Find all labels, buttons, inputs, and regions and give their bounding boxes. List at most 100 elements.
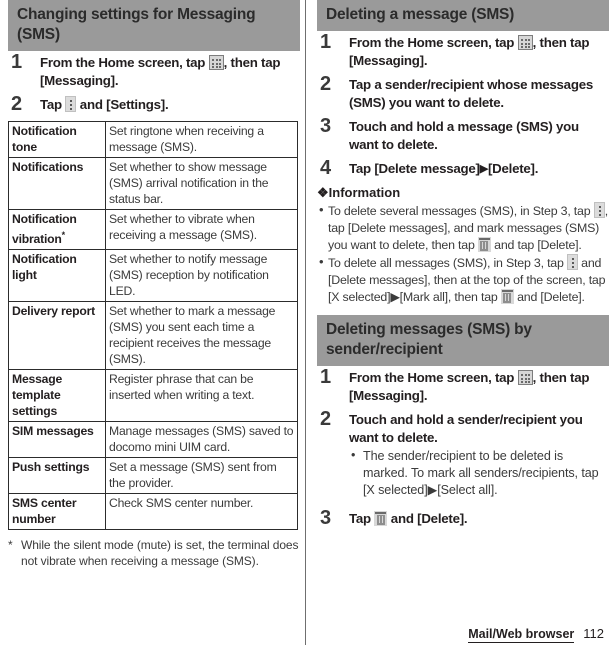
page-footer: Mail/Web browser 112 (468, 626, 604, 643)
information-heading-text: Information (328, 185, 401, 200)
step-item: 3 Tap and [Delete]. (317, 507, 609, 531)
step-text: From the Home screen, tap , then tap [Me… (349, 35, 589, 68)
step-item: 1 From the Home screen, tap , then tap [… (8, 51, 300, 93)
step-item: 2 Touch and hold a sender/recipient you … (317, 408, 609, 503)
list-item: • To delete all messages (SMS), in Step 3… (317, 254, 609, 306)
footnote-text: While the silent mode (mute) is set, the… (21, 538, 299, 569)
step-text: Touch and hold a sender/recipient you wa… (349, 412, 583, 445)
step-item: 2 Tap a sender/recipient whose messages … (317, 73, 609, 115)
setting-name: Notifications (8, 157, 106, 210)
step-text: Tap a sender/recipient whose messages (S… (349, 77, 593, 110)
step-text-part: and [Delete]. (387, 511, 468, 526)
bullet-icon: • (319, 202, 324, 217)
step-text: Tap [Delete message]▶[Delete]. (349, 161, 538, 176)
step-number: 4 (320, 157, 332, 179)
info-text-part: and [Delete]. (513, 290, 585, 304)
step-text: Touch and hold a message (SMS) you want … (349, 119, 579, 152)
step-item: 1 From the Home screen, tap , then tap [… (317, 366, 609, 408)
step-number: 2 (320, 73, 332, 95)
step-text: From the Home screen, tap , then tap [Me… (40, 55, 280, 88)
table-row: Push settings Set a message (SMS) sent f… (8, 457, 298, 495)
step-text-part: From the Home screen, tap (349, 35, 518, 50)
table-row: Notification tone Set ringtone when rece… (8, 121, 298, 158)
information-heading: ❖Information (317, 185, 609, 201)
trash-body (503, 292, 512, 303)
step-item: 4 Tap [Delete message]▶[Delete]. (317, 157, 609, 181)
apps-grid-icon (208, 55, 224, 70)
setting-name: Push settings (8, 457, 106, 495)
setting-name: Notification tone (8, 121, 106, 158)
overflow-menu-icon (593, 202, 605, 218)
trash-body (480, 240, 489, 251)
step-number: 1 (320, 366, 332, 388)
table-row: Notification vibration* Set whether to v… (8, 208, 298, 251)
step-number: 1 (11, 51, 23, 73)
trash-icon (477, 237, 491, 252)
sub-step-text: The sender/recipient to be deleted is ma… (363, 449, 599, 497)
table-row: SMS center number Check SMS center numbe… (8, 493, 298, 531)
diamond-icon: ❖ (317, 185, 329, 200)
information-list: • To delete several messages (SMS), in St… (317, 202, 609, 306)
step-number: 2 (11, 93, 23, 115)
trash-body (376, 514, 385, 525)
setting-name: SMS center number (8, 493, 106, 531)
step-text-part: Tap (40, 97, 66, 112)
step-text-part: [Delete]. (487, 161, 539, 176)
setting-name-text: Notification vibration (12, 212, 77, 247)
step-text-part: and [Settings]. (76, 97, 169, 112)
arrow-right-icon: ▶ (479, 163, 488, 175)
apps-grid-icon (517, 35, 533, 50)
setting-description: Set a message (SMS) sent from the provid… (105, 457, 298, 495)
sub-step: • The sender/recipient to be deleted is m… (349, 447, 609, 500)
step-text-part: From the Home screen, tap (349, 370, 518, 385)
settings-table: Notification tone Set ringtone when rece… (8, 121, 298, 531)
step-text-part: Tap (349, 511, 375, 526)
footer-page-number: 112 (583, 626, 604, 641)
manual-page: Changing settings for Messaging (SMS) 1 … (0, 0, 609, 645)
overflow-menu-icon (566, 254, 578, 270)
overflow-menu-icon (65, 96, 77, 112)
step-number: 3 (320, 507, 332, 529)
table-row: Delivery report Set whether to mark a me… (8, 301, 298, 371)
step-text-part: Tap [Delete message] (349, 161, 480, 176)
setting-name: Message template settings (8, 369, 106, 423)
setting-description: Set whether to show message (SMS) arriva… (105, 157, 298, 210)
step-number: 3 (320, 115, 332, 137)
table-row: Notification light Set whether to notify… (8, 249, 298, 303)
step-item: 2 Tap and [Settings]. (8, 93, 300, 117)
setting-name: Delivery report (8, 301, 106, 371)
step-text-part: From the Home screen, tap (40, 55, 209, 70)
info-text-part: To delete all messages (SMS), in Step 3,… (328, 256, 567, 270)
setting-name: SIM messages (8, 421, 106, 459)
footer-chapter: Mail/Web browser (468, 627, 575, 643)
step-text: From the Home screen, tap , then tap [Me… (349, 370, 589, 403)
step-item: 1 From the Home screen, tap , then tap [… (317, 31, 609, 73)
section-header-changing-settings: Changing settings for Messaging (SMS) (8, 0, 300, 51)
bullet-icon: • (319, 254, 324, 269)
footnote: * While the silent mode (mute) is set, t… (8, 537, 300, 569)
info-text-part: To delete several messages (SMS), in Ste… (328, 204, 594, 218)
setting-description: Check SMS center number. (105, 493, 298, 531)
setting-description: Set whether to notify message (SMS) rece… (105, 249, 298, 303)
setting-description: Set whether to mark a message (SMS) you … (105, 301, 298, 371)
trash-icon (500, 289, 514, 304)
table-row: Message template settings Register phras… (8, 369, 298, 423)
section-header-deleting-by-sender: Deleting messages (SMS) by sender/recipi… (317, 315, 609, 366)
setting-description: Manage messages (SMS) saved to docomo mi… (105, 421, 298, 459)
step-text: Tap and [Settings]. (40, 96, 169, 112)
list-item: • To delete several messages (SMS), in St… (317, 202, 609, 254)
setting-description: Set whether to vibrate when receiving a … (105, 208, 298, 251)
column-divider (305, 0, 306, 645)
step-item: 3 Touch and hold a message (SMS) you wan… (317, 115, 609, 157)
step-text: Tap and [Delete]. (349, 511, 468, 526)
table-row: Notifications Set whether to show messag… (8, 157, 298, 210)
left-column: Changing settings for Messaging (SMS) 1 … (8, 0, 300, 645)
apps-grid-icon (517, 370, 533, 385)
setting-description: Register phrase that can be inserted whe… (105, 369, 298, 423)
right-column: Deleting a message (SMS) 1 From the Home… (317, 0, 609, 645)
footnote-marker: * (8, 538, 13, 553)
footnote-marker: * (61, 230, 66, 240)
setting-name: Notification vibration* (8, 208, 106, 251)
setting-description: Set ringtone when receiving a message (S… (105, 121, 298, 158)
table-row: SIM messages Manage messages (SMS) saved… (8, 421, 298, 459)
